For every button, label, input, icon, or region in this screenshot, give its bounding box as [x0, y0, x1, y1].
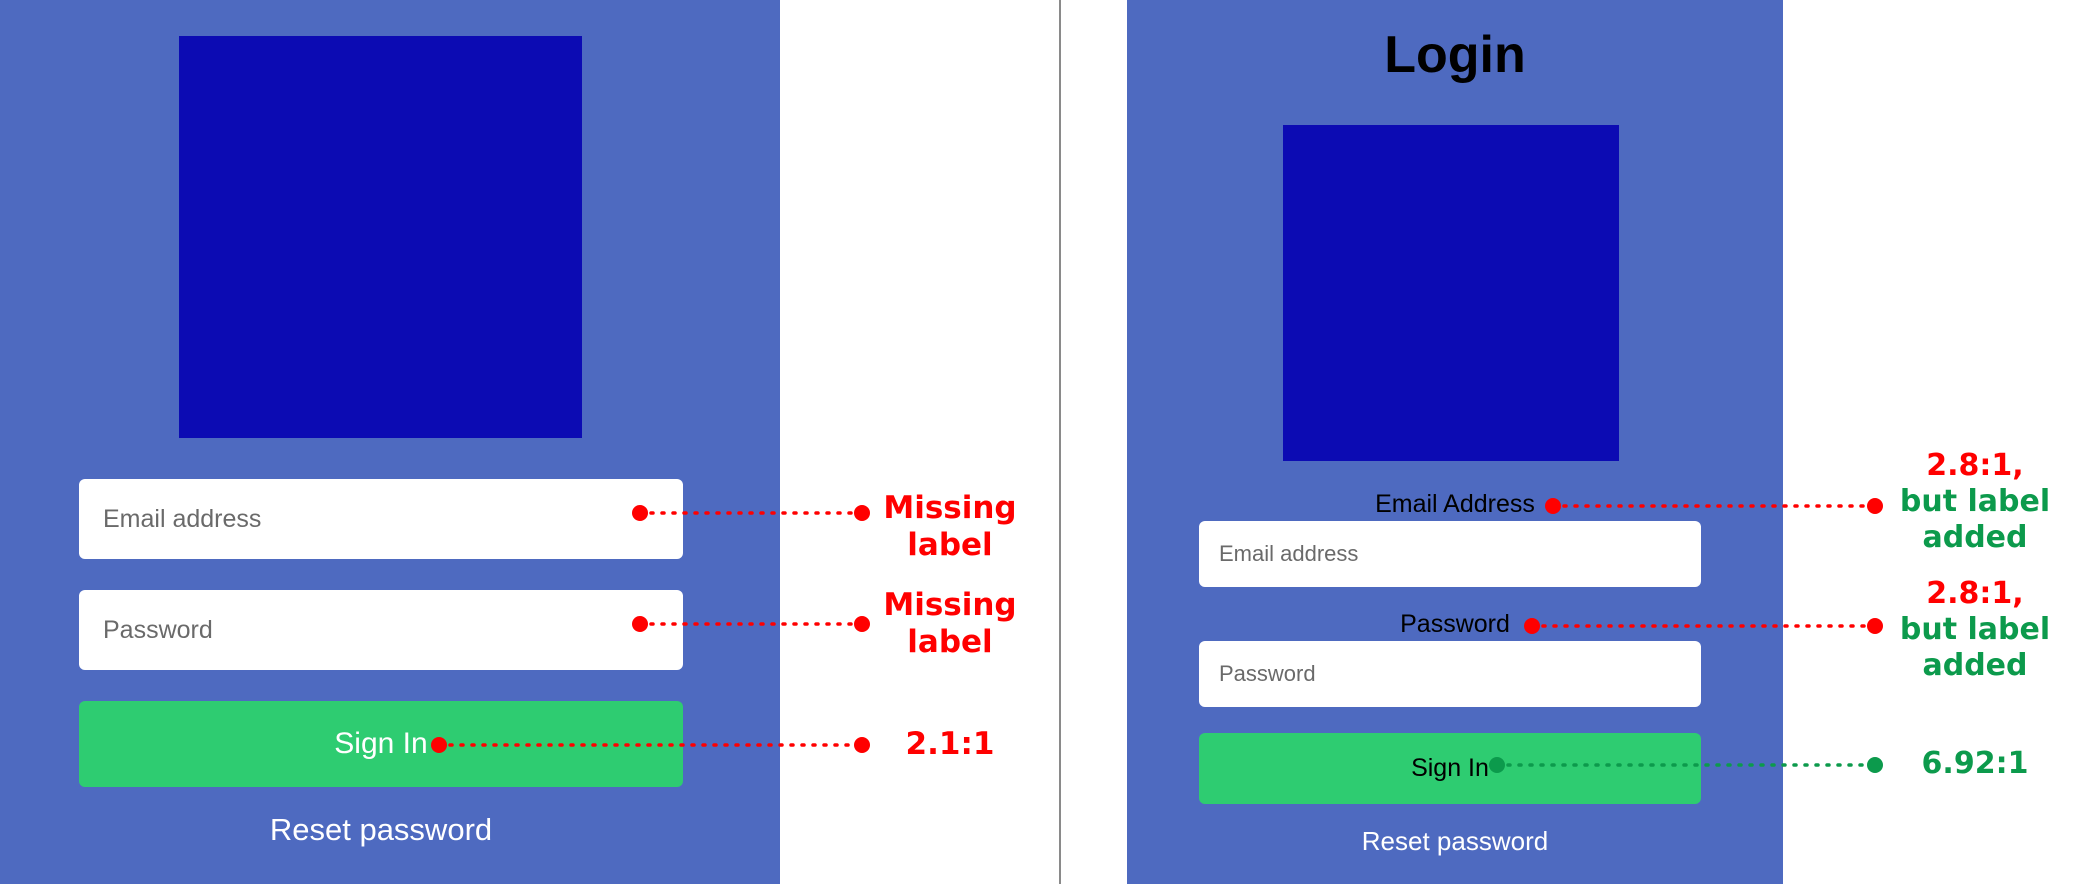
left-button-callout-line: [431, 737, 870, 753]
right-email-annotation: 2.8:1, but label added: [1899, 448, 2051, 555]
left-email-callout-line: [632, 505, 870, 521]
left-button-annotation: 2.1:1: [905, 726, 995, 762]
right-email-callout-line: [1545, 498, 1883, 514]
left-password-callout-line: [632, 616, 870, 632]
right-button-annotation: 6.92:1: [1921, 746, 2029, 781]
right-button-callout-line: [1489, 757, 1883, 773]
left-password-annotation: Missing label: [883, 587, 1017, 661]
right-password-annotation: 2.8:1, but label added: [1899, 576, 2051, 683]
annotation-callouts: [431, 498, 1883, 773]
right-password-callout-line: [1524, 618, 1883, 634]
left-email-annotation: Missing label: [883, 490, 1017, 564]
